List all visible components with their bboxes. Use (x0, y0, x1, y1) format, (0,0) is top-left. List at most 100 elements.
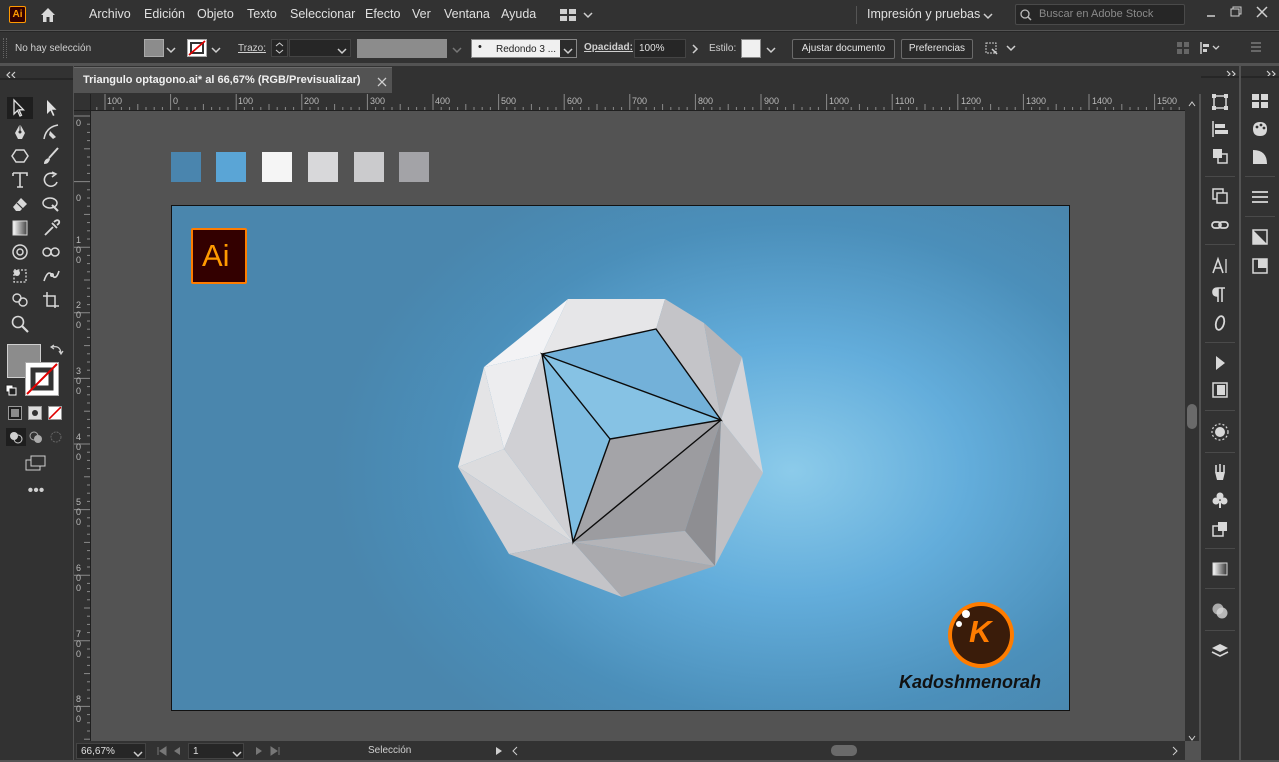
menu-archivo[interactable]: Archivo (89, 7, 131, 21)
zoom-field[interactable]: 66,67% (76, 743, 146, 759)
symbol-sprayer-tool-icon[interactable] (9, 241, 31, 263)
none-mode-icon[interactable] (48, 406, 62, 420)
vertical-scrollbar[interactable] (1185, 94, 1199, 741)
fill-dropdown-chevron-icon[interactable] (166, 44, 176, 54)
chevron-down-icon[interactable] (983, 10, 993, 20)
pathfinder-panel-icon[interactable] (1210, 146, 1230, 166)
image-trace-panel-icon[interactable] (1250, 227, 1270, 247)
menu-ayuda[interactable]: Ayuda (501, 7, 536, 21)
swatch-light-blue[interactable] (216, 152, 246, 182)
expand-panels-icon[interactable] (1225, 67, 1237, 78)
stroke-color-swatch[interactable] (187, 39, 207, 57)
rotate-tool-icon[interactable] (40, 169, 62, 191)
menu-efecto[interactable]: Efecto (365, 7, 400, 21)
transparency-panel-icon[interactable] (1210, 601, 1230, 621)
asset-export-panel-icon[interactable] (1250, 256, 1270, 276)
stock-search-input[interactable]: Buscar en Adobe Stock (1015, 4, 1185, 25)
color-mode-icon[interactable] (8, 406, 22, 420)
document-info-panel-icon[interactable] (1210, 380, 1230, 400)
pen-tool-icon[interactable] (9, 121, 31, 143)
layers-panel-icon[interactable] (1210, 641, 1230, 661)
gradient-mode-icon[interactable] (28, 406, 42, 420)
swatch-light-gray[interactable] (308, 152, 338, 182)
tab-document[interactable]: Triangulo optagono.ai* al 66,67% (RGB/Pr… (74, 67, 392, 93)
direct-selection-tool-icon[interactable] (40, 97, 62, 119)
first-artboard-icon[interactable] (156, 745, 168, 756)
minimize-icon[interactable] (1204, 6, 1218, 20)
opacity-input[interactable]: 100% (634, 39, 686, 58)
artboard[interactable]: Ai K Kadoshmenorah (171, 205, 1070, 711)
status-menu-icon[interactable] (494, 745, 504, 755)
style-chevron-icon[interactable] (766, 44, 776, 54)
artboards-panel-icon[interactable] (1210, 186, 1230, 206)
draw-behind-icon[interactable] (28, 428, 44, 446)
stroke-weight-input[interactable] (289, 39, 351, 57)
menu-objeto[interactable]: Objeto (197, 7, 234, 21)
blend-tool-icon[interactable] (40, 241, 62, 263)
scroll-down-icon[interactable] (1188, 731, 1196, 741)
last-artboard-icon[interactable] (269, 745, 281, 756)
swatch-dark-gray[interactable] (399, 152, 429, 182)
align-grid-icon[interactable] (1176, 41, 1190, 55)
draw-inside-icon[interactable] (48, 428, 64, 446)
transform-options-icon[interactable] (983, 40, 1017, 56)
swatch-white[interactable] (262, 152, 292, 182)
variable-width-profile[interactable] (357, 39, 447, 58)
swap-colors-icon[interactable] (49, 343, 64, 357)
menu-ventana[interactable]: Ventana (444, 7, 490, 21)
color-guide-panel-icon[interactable] (1250, 147, 1270, 167)
draw-normal-icon[interactable] (6, 428, 26, 446)
curvature-tool-icon[interactable] (40, 121, 62, 143)
menu-seleccionar[interactable]: Seleccionar (290, 7, 355, 21)
ruler-origin[interactable] (74, 94, 91, 111)
warp-tool-icon[interactable] (40, 193, 62, 215)
default-colors-icon[interactable] (5, 384, 17, 396)
scroll-right-icon[interactable] (1171, 745, 1179, 756)
adjust-document-button[interactable]: Ajustar documento (792, 39, 895, 59)
workspace-switcher[interactable]: Impresión y pruebas (867, 7, 980, 21)
color-panel-icon[interactable] (1250, 119, 1270, 139)
character-panel-icon[interactable] (1210, 256, 1230, 276)
type-tool-icon[interactable] (9, 169, 31, 191)
graphic-styles-panel-icon[interactable] (1210, 519, 1230, 539)
vertical-scroll-thumb[interactable] (1187, 404, 1197, 429)
scroll-left-icon[interactable] (511, 745, 519, 756)
edit-toolbar-icon[interactable]: ••• (26, 483, 46, 500)
profile-chevron-icon[interactable] (452, 44, 462, 54)
menu-ver[interactable]: Ver (412, 7, 431, 21)
scroll-up-icon[interactable] (1188, 97, 1196, 107)
polyhedron-artwork[interactable] (172, 206, 1070, 711)
screen-mode-icon[interactable] (24, 454, 48, 472)
restore-icon[interactable] (1229, 5, 1243, 19)
shape-builder-tool-icon[interactable] (9, 289, 31, 311)
selection-tool-icon[interactable] (7, 97, 33, 119)
opentype-panel-icon[interactable] (1210, 313, 1230, 333)
eraser-tool-icon[interactable] (9, 193, 31, 215)
stroke-panel-icon[interactable] (1250, 187, 1270, 207)
collapse-panels-icon[interactable] (1265, 67, 1277, 78)
gradient-panel-icon[interactable] (1210, 559, 1230, 579)
symbols-panel-icon[interactable] (1210, 490, 1230, 510)
perspective-grid-tool-icon[interactable] (9, 265, 31, 287)
eyedropper-tool-icon[interactable] (40, 217, 62, 239)
align-panel-icon[interactable] (1210, 119, 1230, 139)
stroke-weight-stepper[interactable] (271, 39, 288, 57)
opacity-label[interactable]: Opacidad: (584, 42, 633, 53)
panel-menu-icon[interactable] (1250, 41, 1262, 53)
paintbrush-tool-icon[interactable] (40, 145, 62, 167)
home-icon[interactable] (39, 6, 57, 24)
next-artboard-icon[interactable] (254, 745, 264, 755)
swatch-dark-blue[interactable] (171, 152, 201, 182)
horizontal-scroll-thumb[interactable] (831, 745, 857, 756)
swatches-panel-icon[interactable] (1250, 91, 1270, 111)
links-panel-icon[interactable] (1210, 215, 1230, 235)
polygon-tool-icon[interactable] (9, 145, 31, 167)
artboard-tool-icon[interactable] (40, 289, 62, 311)
brushes-panel-icon[interactable] (1210, 462, 1230, 482)
swatch-gray[interactable] (354, 152, 384, 182)
menu-edicion[interactable]: Edición (144, 7, 185, 21)
artboard-number-field[interactable]: 1 (188, 743, 244, 759)
stroke-dropdown-chevron-icon[interactable] (211, 44, 221, 54)
brush-definition[interactable]: • Redondo 3 ... (471, 39, 577, 58)
zoom-tool-icon[interactable] (9, 313, 31, 335)
